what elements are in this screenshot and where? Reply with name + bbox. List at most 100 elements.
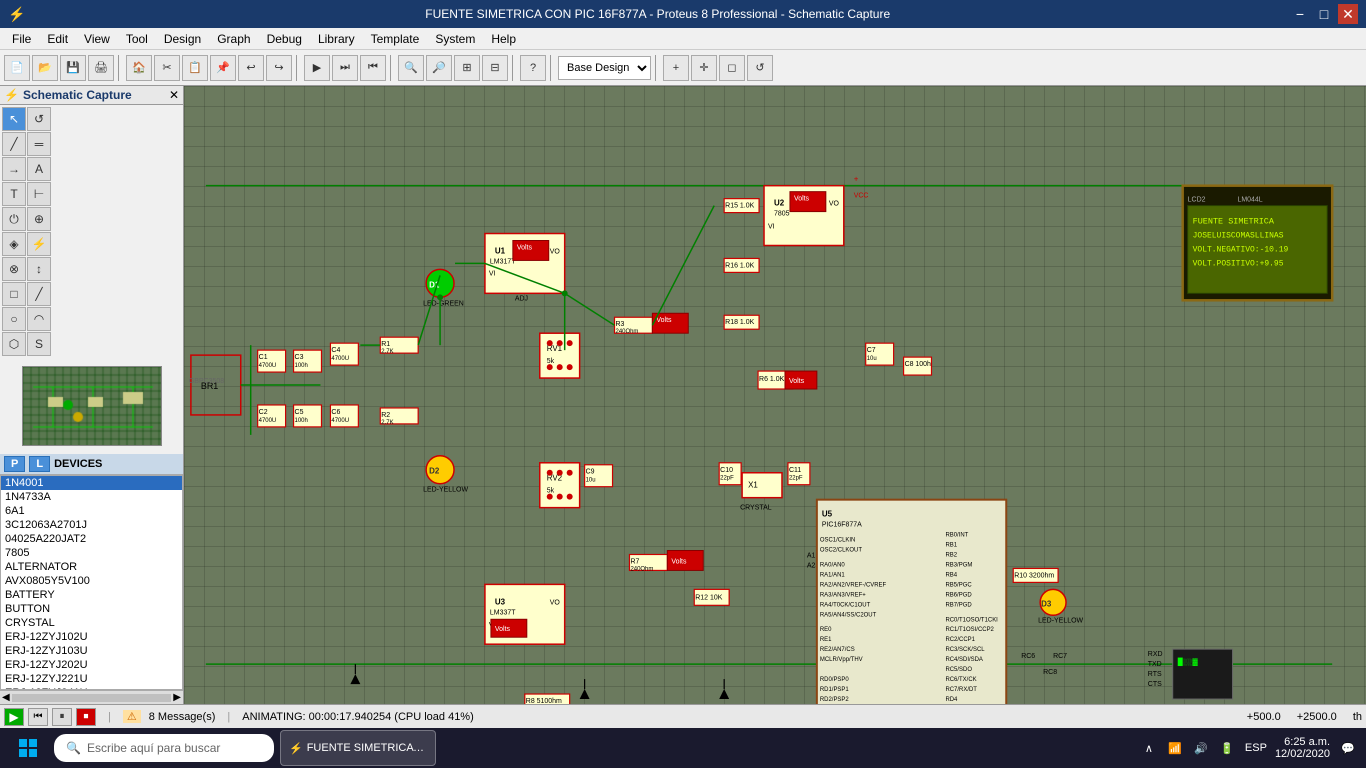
device-item-avx[interactable]: AVX0805Y5V100	[1, 574, 182, 588]
device-item-alternator[interactable]: ALTERNATOR	[1, 560, 182, 574]
tb-save[interactable]: 💾	[60, 55, 86, 81]
play-button[interactable]: ▶	[4, 708, 24, 726]
sound-icon[interactable]: 🔊	[1191, 738, 1211, 758]
tb-run[interactable]: ▶	[304, 55, 330, 81]
device-item-7805[interactable]: 7805	[1, 546, 182, 560]
device-item-erj4[interactable]: ERJ-12ZYJ221U	[1, 672, 182, 686]
tb-cut[interactable]: ✂	[154, 55, 180, 81]
rewind-button[interactable]: ⏮	[28, 708, 48, 726]
circle-tool[interactable]: ○	[2, 307, 26, 331]
device-item-6a1[interactable]: 6A1	[1, 504, 182, 518]
menu-help[interactable]: Help	[483, 30, 524, 48]
label-tool[interactable]: A	[27, 157, 51, 181]
tb-move[interactable]: ✛	[691, 55, 717, 81]
battery-icon[interactable]: 🔋	[1217, 738, 1237, 758]
devices-list[interactable]: 1N4001 1N4733A 6A1 3C12063A2701J 04025A2…	[0, 475, 183, 690]
mode-p-button[interactable]: P	[4, 456, 25, 472]
polygon-tool[interactable]: ⬡	[2, 332, 26, 356]
svg-text:C10: C10	[720, 467, 733, 474]
select-tool[interactable]: ↖	[2, 107, 26, 131]
device-item-erj2[interactable]: ERJ-12ZYJ103U	[1, 644, 182, 658]
tb-zoom-fit[interactable]: ⊞	[454, 55, 480, 81]
tb-zoom-all[interactable]: ⊟	[482, 55, 508, 81]
search-box[interactable]: 🔍 Escribe aquí para buscar	[54, 734, 274, 762]
device-item-erj1[interactable]: ERJ-12ZYJ102U	[1, 630, 182, 644]
tb-zoom-in[interactable]: 🔍	[398, 55, 424, 81]
menu-edit[interactable]: Edit	[39, 30, 76, 48]
tb-undo[interactable]: ↩	[238, 55, 264, 81]
tb-paste[interactable]: 📌	[210, 55, 236, 81]
device-item-1n4733a[interactable]: 1N4733A	[1, 490, 182, 504]
tb-select[interactable]: ◻	[719, 55, 745, 81]
stop-button[interactable]: ⏹	[76, 708, 96, 726]
power-tool[interactable]: ⏻	[2, 207, 26, 231]
tb-zoom-out[interactable]: 🔎	[426, 55, 452, 81]
menu-file[interactable]: File	[4, 30, 39, 48]
arc-tool[interactable]: ◠	[27, 307, 51, 331]
tab-close-icon[interactable]: ✕	[169, 88, 179, 102]
ruler-tool[interactable]: ↕	[27, 257, 51, 281]
menu-design[interactable]: Design	[156, 30, 209, 48]
menu-system[interactable]: System	[427, 30, 483, 48]
menu-graph[interactable]: Graph	[209, 30, 258, 48]
tb-print[interactable]: 🖨	[88, 55, 114, 81]
marker-tool[interactable]: ◈	[2, 232, 26, 256]
device-item-button[interactable]: BUTTON	[1, 602, 182, 616]
close-button[interactable]: ✕	[1338, 4, 1358, 24]
menu-template[interactable]: Template	[363, 30, 428, 48]
left-scrollbar[interactable]: ◀ ▶	[0, 690, 183, 704]
tb-back[interactable]: ⏮	[360, 55, 386, 81]
notifications-icon[interactable]: 💬	[1338, 738, 1358, 758]
origin-tool[interactable]: ⊗	[2, 257, 26, 281]
bus-tool[interactable]: ═	[27, 132, 51, 156]
device-item-crystal[interactable]: CRYSTAL	[1, 616, 182, 630]
device-item-04025[interactable]: 04025A220JAT2	[1, 532, 182, 546]
pause-button[interactable]: ⏸	[52, 708, 72, 726]
start-button[interactable]	[8, 732, 48, 764]
proteus-app-button[interactable]: ⚡ FUENTE SIMETRICA CON PIC...	[280, 730, 436, 766]
text-tool[interactable]: T	[2, 182, 26, 206]
bus-entry-tool[interactable]: ⊢	[27, 182, 51, 206]
tb-home[interactable]: 🏠	[126, 55, 152, 81]
box-tool[interactable]: □	[2, 282, 26, 306]
menu-debug[interactable]: Debug	[259, 30, 310, 48]
tb-help[interactable]: ?	[520, 55, 546, 81]
menu-view[interactable]: View	[76, 30, 118, 48]
line-tool[interactable]: ╱	[27, 282, 51, 306]
scroll-thumb[interactable]	[12, 694, 172, 702]
tb-open[interactable]: 📂	[32, 55, 58, 81]
svg-text:RD0/PSP0: RD0/PSP0	[820, 677, 850, 683]
device-item-1n4001[interactable]: 1N4001	[1, 476, 182, 490]
tb-redo[interactable]: ↪	[266, 55, 292, 81]
menu-tool[interactable]: Tool	[118, 30, 156, 48]
scroll-left-icon[interactable]: ◀	[2, 692, 10, 703]
schematic-svg: BR1 GBPC3508 C1 4700U C2 4700U C3 100h C…	[184, 86, 1366, 704]
probe-tool[interactable]: ⚡	[27, 232, 51, 256]
wire-tool[interactable]: ╱	[2, 132, 26, 156]
symbol-tool[interactable]: S	[27, 332, 51, 356]
tray-expand-icon[interactable]: ∧	[1139, 738, 1159, 758]
tb-rotate[interactable]: ↺	[747, 55, 773, 81]
tb-add[interactable]: +	[663, 55, 689, 81]
device-item-3c12[interactable]: 3C12063A2701J	[1, 518, 182, 532]
device-item-battery[interactable]: BATTERY	[1, 588, 182, 602]
svg-text:Volts: Volts	[671, 558, 687, 565]
tb-copy[interactable]: 📋	[182, 55, 208, 81]
scroll-right-icon[interactable]: ▶	[173, 692, 181, 703]
maximize-button[interactable]: □	[1314, 4, 1334, 24]
menu-library[interactable]: Library	[310, 30, 363, 48]
schematic-area[interactable]: BR1 GBPC3508 C1 4700U C2 4700U C3 100h C…	[184, 86, 1366, 704]
minimize-button[interactable]: −	[1290, 4, 1310, 24]
component-tool[interactable]: ↺	[27, 107, 51, 131]
design-dropdown[interactable]: Base Design	[558, 56, 651, 80]
network-icon[interactable]: 📶	[1165, 738, 1185, 758]
net-tool[interactable]: ⊕	[27, 207, 51, 231]
language-indicator[interactable]: ESP	[1245, 742, 1267, 754]
svg-text:C4: C4	[331, 347, 340, 354]
pin-tool[interactable]: →	[2, 157, 26, 181]
tb-new[interactable]: 📄	[4, 55, 30, 81]
device-item-erj3[interactable]: ERJ-12ZYJ202U	[1, 658, 182, 672]
clock[interactable]: 6:25 a.m. 12/02/2020	[1275, 736, 1330, 760]
mode-l-button[interactable]: L	[29, 456, 50, 472]
tb-step[interactable]: ⏭	[332, 55, 358, 81]
